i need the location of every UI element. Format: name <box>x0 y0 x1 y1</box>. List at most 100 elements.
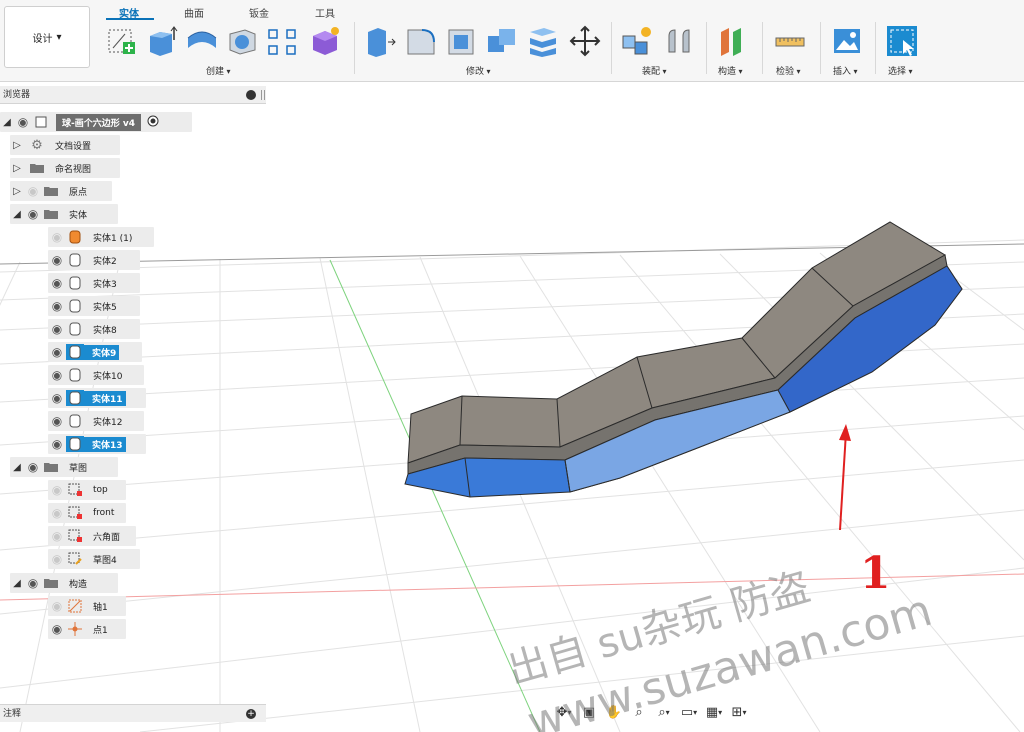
zoom-window-icon[interactable]: ⌕ ▾ <box>653 701 675 723</box>
visibility-eye-icon[interactable]: ◉ <box>48 368 66 382</box>
tree-body-10[interactable]: ◉ 实体10 <box>48 365 144 385</box>
tree-body-8[interactable]: ◉ 实体8 <box>48 319 140 339</box>
move-copy-button[interactable] <box>568 24 602 58</box>
tree-sketch-hexagon[interactable]: ◉ 六角面 <box>48 526 136 546</box>
tab-sheet-metal[interactable]: 钣金 <box>249 5 269 20</box>
select-button[interactable] <box>885 24 919 58</box>
create-form-button[interactable] <box>308 24 342 58</box>
joint-button[interactable] <box>663 24 697 58</box>
tree-root[interactable]: ◢ ◉ 球-画个六边形 v4 <box>0 112 192 132</box>
shell-button[interactable] <box>444 24 478 58</box>
visibility-eye-icon[interactable]: ◉ <box>48 253 66 267</box>
insert-image-button[interactable] <box>830 24 864 58</box>
visibility-eye-icon[interactable]: ◉ <box>48 322 66 336</box>
tree-item-origin[interactable]: ▷ ◉ 原点 <box>10 181 112 201</box>
visibility-eye-icon[interactable]: ◉ <box>24 184 42 198</box>
visibility-eye-icon[interactable]: ◉ <box>48 414 66 428</box>
tree-body-5[interactable]: ◉ 实体5 <box>48 296 140 316</box>
new-component-button[interactable] <box>620 24 654 58</box>
visibility-eye-icon[interactable]: ◉ <box>24 576 42 590</box>
y-axis-line <box>329 259 541 732</box>
tree-sketch-top[interactable]: ◉ top <box>48 480 126 500</box>
body-icon <box>66 275 84 291</box>
press-pull-button[interactable] <box>364 24 398 58</box>
sketch-locked-icon <box>66 528 84 544</box>
collapse-browser-icon[interactable] <box>246 90 256 100</box>
pan-hand-icon[interactable]: ✋ <box>603 701 625 723</box>
add-note-icon[interactable]: + <box>246 709 256 719</box>
expand-arrow-icon[interactable]: ▷ <box>10 186 24 197</box>
group-create-label[interactable]: 创建 <box>206 64 231 77</box>
tree-body-12[interactable]: ◉ 实体12 <box>48 411 144 431</box>
visibility-eye-icon[interactable]: ◉ <box>48 506 66 520</box>
body-icon <box>66 436 84 452</box>
look-at-icon[interactable]: ▣ <box>578 701 600 723</box>
visibility-eye-icon[interactable]: ◉ <box>48 599 66 613</box>
body-orange-icon <box>66 229 84 245</box>
tree-axis-1[interactable]: ◉ 轴1 <box>48 596 126 616</box>
grid-settings-icon[interactable]: ▦ ▾ <box>703 701 725 723</box>
tree-item-named-views[interactable]: ▷ 命名视图 <box>10 158 120 178</box>
tree-sketch-front[interactable]: ◉ front <box>48 503 126 523</box>
tree-item-sketches[interactable]: ◢ ◉ 草图 <box>10 457 118 477</box>
display-settings-icon[interactable]: ▭ ▾ <box>678 701 700 723</box>
visibility-eye-icon[interactable]: ◉ <box>48 552 66 566</box>
tree-item-label: 实体2 <box>93 256 117 267</box>
tree-sketch-4[interactable]: ◉ 草图4 <box>48 549 140 569</box>
measure-button[interactable] <box>773 24 807 58</box>
visibility-eye-icon[interactable]: ◉ <box>48 622 66 636</box>
collapse-arrow-icon[interactable]: ◢ <box>10 209 24 220</box>
group-construct-label[interactable]: 构造 <box>718 64 743 77</box>
collapse-arrow-icon[interactable]: ◢ <box>10 462 24 473</box>
hole-button[interactable] <box>225 24 259 58</box>
tree-body-11[interactable]: ◉ 实体11 <box>48 388 146 408</box>
collapse-arrow-icon[interactable]: ◢ <box>10 578 24 589</box>
tab-surface[interactable]: 曲面 <box>184 5 204 20</box>
tree-point-1[interactable]: ◉ 点1 <box>48 619 126 639</box>
tree-item-doc-settings[interactable]: ▷ ⚙ 文档设置 <box>10 135 120 155</box>
tree-body-2[interactable]: ◉ 实体2 <box>48 250 140 270</box>
visibility-eye-icon[interactable]: ◉ <box>24 460 42 474</box>
panel-grip-icon[interactable] <box>261 90 265 100</box>
visibility-eye-icon[interactable]: ◉ <box>48 230 66 244</box>
group-insert-label[interactable]: 插入 <box>833 64 858 77</box>
expand-arrow-icon[interactable]: ▷ <box>10 140 24 151</box>
activate-radio-icon[interactable] <box>147 115 159 130</box>
split-body-button[interactable] <box>526 24 560 58</box>
visibility-eye-icon[interactable]: ◉ <box>14 115 32 129</box>
visibility-eye-icon[interactable]: ◉ <box>48 299 66 313</box>
extrude-button[interactable] <box>145 24 179 58</box>
point-icon <box>66 621 84 637</box>
expand-arrow-icon[interactable]: ▷ <box>10 163 24 174</box>
visibility-eye-icon[interactable]: ◉ <box>48 483 66 497</box>
visibility-eye-icon[interactable]: ◉ <box>48 437 66 451</box>
revolve-button[interactable] <box>185 24 219 58</box>
workspace-switcher[interactable]: 设计 ▾ <box>4 6 90 68</box>
offset-plane-button[interactable] <box>715 24 749 58</box>
combine-button[interactable] <box>485 24 519 58</box>
tree-body-3[interactable]: ◉ 实体3 <box>48 273 140 293</box>
tree-body-1[interactable]: ◉ 实体1 (1) <box>48 227 154 247</box>
expand-arrow-icon[interactable]: ◢ <box>0 117 14 128</box>
group-inspect-label[interactable]: 检验 <box>776 64 801 77</box>
fillet-button[interactable] <box>404 24 438 58</box>
orbit-icon[interactable]: ✥ ▾ <box>553 701 575 723</box>
group-modify-label[interactable]: 修改 <box>466 64 491 77</box>
visibility-eye-icon[interactable]: ◉ <box>48 345 66 359</box>
visibility-eye-icon[interactable]: ◉ <box>48 391 66 405</box>
tree-body-9[interactable]: ◉ 实体9 <box>48 342 142 362</box>
viewports-icon[interactable]: ⊞ ▾ <box>728 701 750 723</box>
visibility-eye-icon[interactable]: ◉ <box>48 276 66 290</box>
tree-item-construction[interactable]: ◢ ◉ 构造 <box>10 573 118 593</box>
tree-item-bodies[interactable]: ◢ ◉ 实体 <box>10 204 118 224</box>
tab-tools[interactable]: 工具 <box>315 5 335 20</box>
pattern-button[interactable] <box>265 24 299 58</box>
notes-panel[interactable]: 注释 + <box>0 704 266 722</box>
create-sketch-button[interactable] <box>105 24 139 58</box>
visibility-eye-icon[interactable]: ◉ <box>24 207 42 221</box>
zoom-icon[interactable]: ⌕ <box>628 701 650 723</box>
group-select-label[interactable]: 选择 <box>888 64 913 77</box>
visibility-eye-icon[interactable]: ◉ <box>48 529 66 543</box>
tree-body-13[interactable]: ◉ 实体13 <box>48 434 146 454</box>
group-assemble-label[interactable]: 装配 <box>642 64 667 77</box>
